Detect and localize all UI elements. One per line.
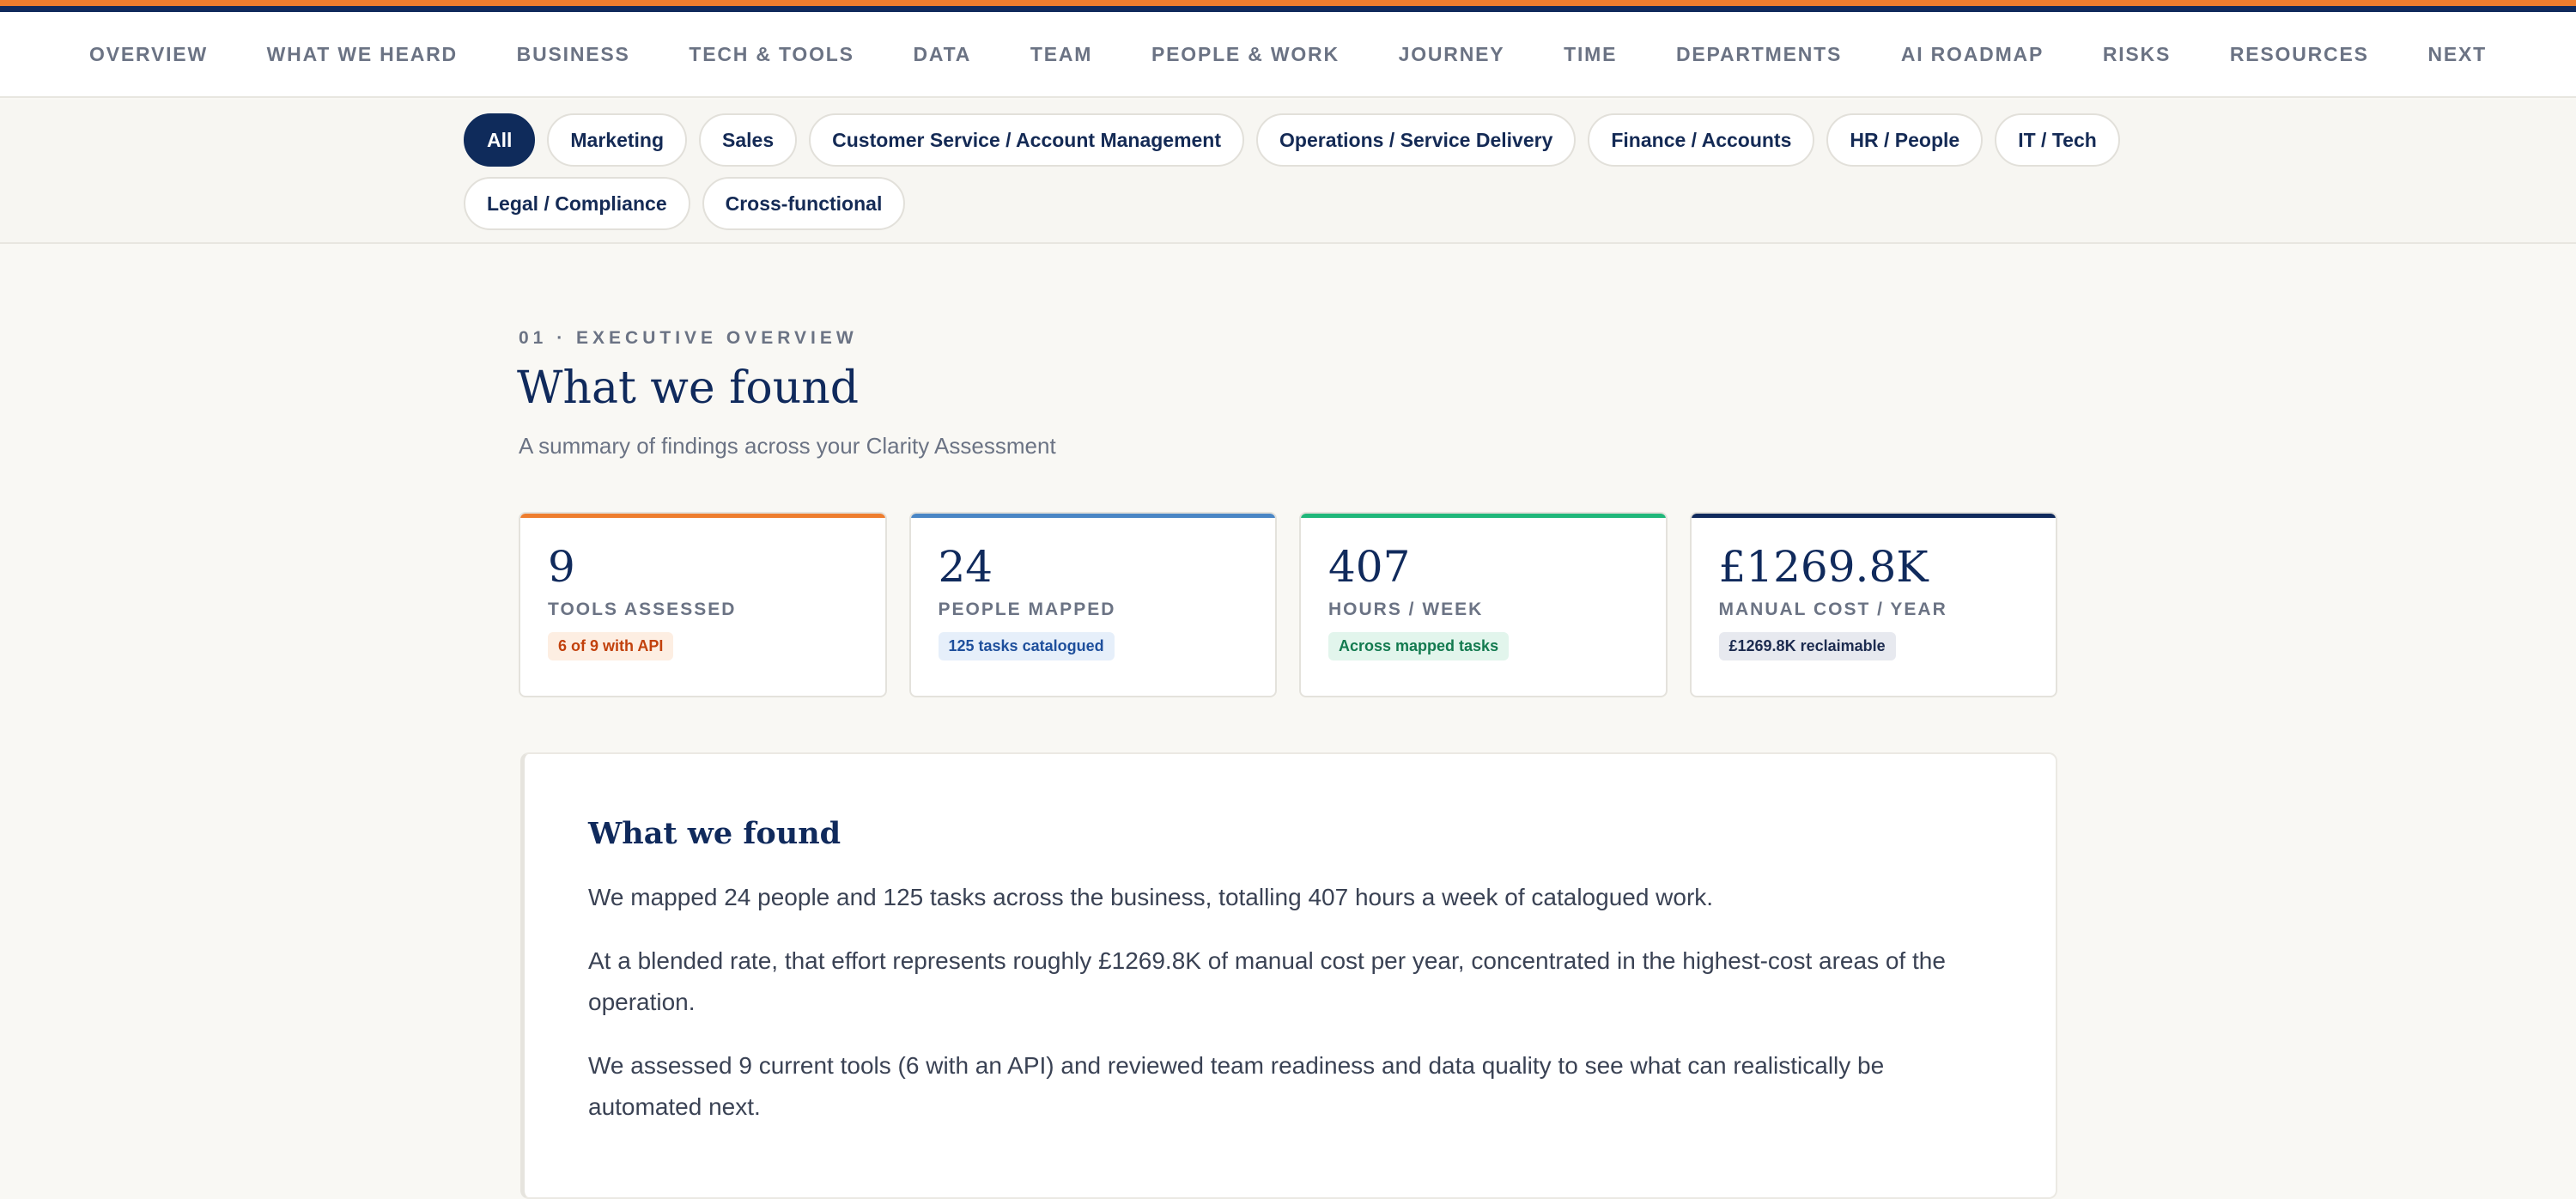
nav-tech-tools[interactable]: TECH & TOOLS [689,43,854,66]
page-title: What we found [517,362,859,414]
stat-label: MANUAL COST / YEAR [1718,600,1947,619]
filter-chip-finance[interactable]: Finance / Accounts [1588,113,1815,167]
nav-what-we-heard[interactable]: WHAT WE HEARD [267,43,458,66]
findings-summary-card: What we found We mapped 24 people and 12… [520,752,2057,1199]
filter-chip-sales[interactable]: Sales [699,113,798,167]
stat-card-hours: 407 HOURS / WEEK Across mapped tasks [1299,512,1668,697]
stat-label: TOOLS ASSESSED [548,600,737,619]
filter-chip-marketing[interactable]: Marketing [547,113,688,167]
filter-chip-hr[interactable]: HR / People [1826,113,1984,167]
stat-accent-bar [910,514,1275,518]
nav-team[interactable]: TEAM [1030,43,1092,66]
stat-badge: Across mapped tasks [1328,632,1510,660]
stat-card-cost: £1269.8K MANUAL COST / YEAR £1269.8K rec… [1689,512,2057,697]
filter-chip-it[interactable]: IT / Tech [1995,113,2120,167]
stat-accent-bar [520,514,885,518]
nav-journey[interactable]: JOURNEY [1399,43,1505,66]
nav-people-work[interactable]: PEOPLE & WORK [1151,43,1340,66]
findings-paragraph: We assessed 9 current tools (6 with an A… [588,1052,1885,1120]
section-eyebrow: 01 · EXECUTIVE OVERVIEW [519,328,858,348]
stat-accent-bar [1301,514,1666,518]
nav-ai-roadmap[interactable]: AI ROADMAP [1901,43,2044,66]
stat-value: 24 [938,542,993,592]
brand-stripe-orange [0,0,2576,6]
stat-label: HOURS / WEEK [1328,600,1484,619]
stat-value: 9 [548,542,575,592]
nav-time[interactable]: TIME [1564,43,1617,66]
page-subtitle: A summary of findings across your Clarit… [519,433,1056,459]
nav-risks[interactable]: RISKS [2103,43,2171,66]
nav-next[interactable]: NEXT [2427,43,2487,66]
filter-chip-cross-functional[interactable]: Cross-functional [702,177,906,230]
stat-label: PEOPLE MAPPED [938,600,1116,619]
stat-card-people: 24 PEOPLE MAPPED 125 tasks catalogued [908,512,1277,697]
filter-row-2: Legal / Compliance Cross-functional [464,177,906,230]
stat-accent-bar [1691,514,2056,518]
nav-overview[interactable]: OVERVIEW [89,43,208,66]
filter-row-1: All Marketing Sales Customer Service / A… [464,113,2120,167]
filter-chip-all[interactable]: All [464,113,536,167]
stat-badge: 125 tasks catalogued [938,632,1115,660]
stat-badge: 6 of 9 with API [548,632,674,660]
brand-stripe [0,0,2576,12]
top-navigation: OVERVIEW WHAT WE HEARD BUSINESS TECH & T… [0,12,2576,98]
stat-value: £1269.8K [1718,542,1929,592]
nav-business[interactable]: BUSINESS [517,43,630,66]
filter-chip-customer-service[interactable]: Customer Service / Account Management [809,113,1245,167]
findings-paragraph: At a blended rate, that effort represent… [588,947,1946,1015]
filter-chip-legal[interactable]: Legal / Compliance [464,177,690,230]
stat-badge: £1269.8K reclaimable [1718,632,1896,660]
nav-data[interactable]: DATA [914,43,972,66]
stat-cards: 9 TOOLS ASSESSED 6 of 9 with API 24 PEOP… [519,512,2057,697]
findings-paragraph: We mapped 24 people and 125 tasks across… [588,884,1714,910]
filter-chip-operations[interactable]: Operations / Service Delivery [1256,113,1577,167]
nav-resources[interactable]: RESOURCES [2230,43,2369,66]
brand-stripe-navy [0,6,2576,12]
department-filter-bar: All Marketing Sales Customer Service / A… [0,100,2576,244]
findings-heading: What we found [588,816,841,851]
stat-card-tools: 9 TOOLS ASSESSED 6 of 9 with API [519,512,887,697]
nav-departments[interactable]: DEPARTMENTS [1676,43,1842,66]
stat-value: 407 [1328,542,1411,592]
